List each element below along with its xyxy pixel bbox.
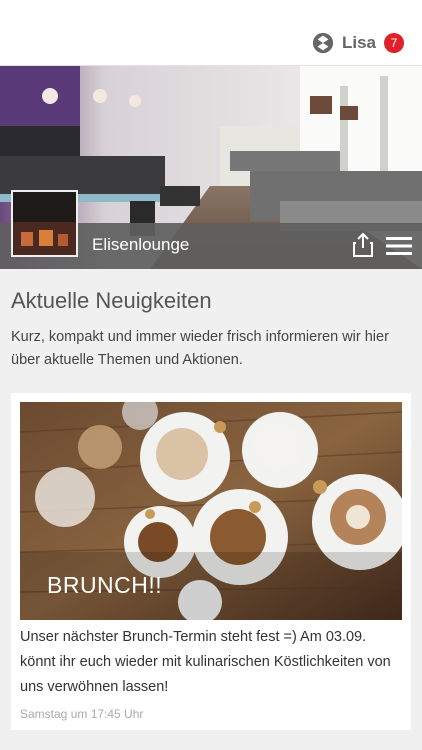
user-name[interactable]: Lisa	[342, 33, 376, 53]
news-card-image-title: BRUNCH!!	[47, 572, 163, 598]
user-account[interactable]: Lisa 7	[312, 32, 404, 54]
news-card-image[interactable]: BRUNCH!!	[20, 402, 402, 620]
venue-logo	[11, 190, 78, 257]
top-bar: Lisa 7	[0, 0, 422, 66]
notification-badge[interactable]: 7	[384, 33, 404, 53]
hamburger-menu-icon[interactable]	[386, 236, 412, 256]
app-logo-icon	[312, 32, 334, 54]
share-icon[interactable]	[352, 232, 374, 258]
news-card-timestamp: Samstag um 17:45 Uhr	[20, 707, 144, 721]
venue-hero: Elisenlounge	[0, 66, 422, 269]
section-description: Kurz, kompakt und immer wieder frisch in…	[11, 329, 389, 368]
section-title: Aktuelle Neuigkeiten	[11, 288, 212, 313]
news-card-body: Unser nächster Brunch-Termin steht fest …	[20, 629, 391, 695]
news-card[interactable]: BRUNCH!! Unser nächster Brunch-Termin st…	[11, 393, 411, 730]
venue-logo-image	[13, 192, 76, 255]
venue-name: Elisenlounge	[92, 235, 190, 254]
